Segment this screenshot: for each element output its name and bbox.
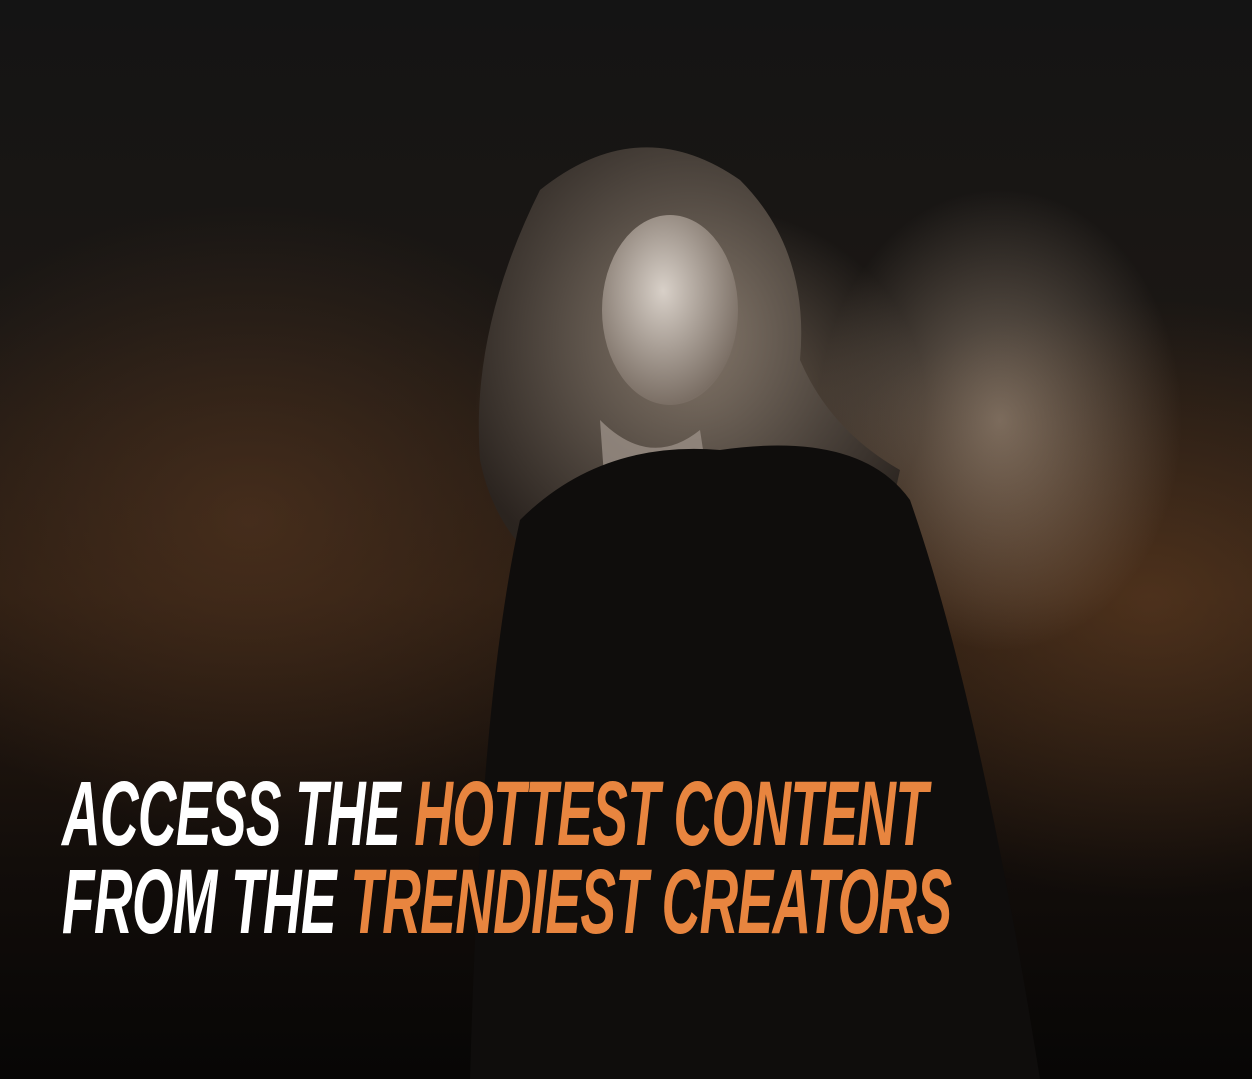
headline-line-1-accent: HOTTEST CONTENT — [414, 763, 928, 865]
headline-line-1-white: ACCESS THE — [62, 763, 415, 865]
headline-line-2: FROM THE TRENDIEST CREATORS — [62, 856, 952, 948]
headline-line-2-white: FROM THE — [62, 851, 351, 953]
headline-line-1: ACCESS THE HOTTEST CONTENT — [62, 768, 952, 860]
headline-line-2-accent: TRENDIEST CREATORS — [350, 851, 952, 953]
hero-headline: ACCESS THE HOTTEST CONTENT FROM THE TREN… — [62, 768, 1252, 948]
